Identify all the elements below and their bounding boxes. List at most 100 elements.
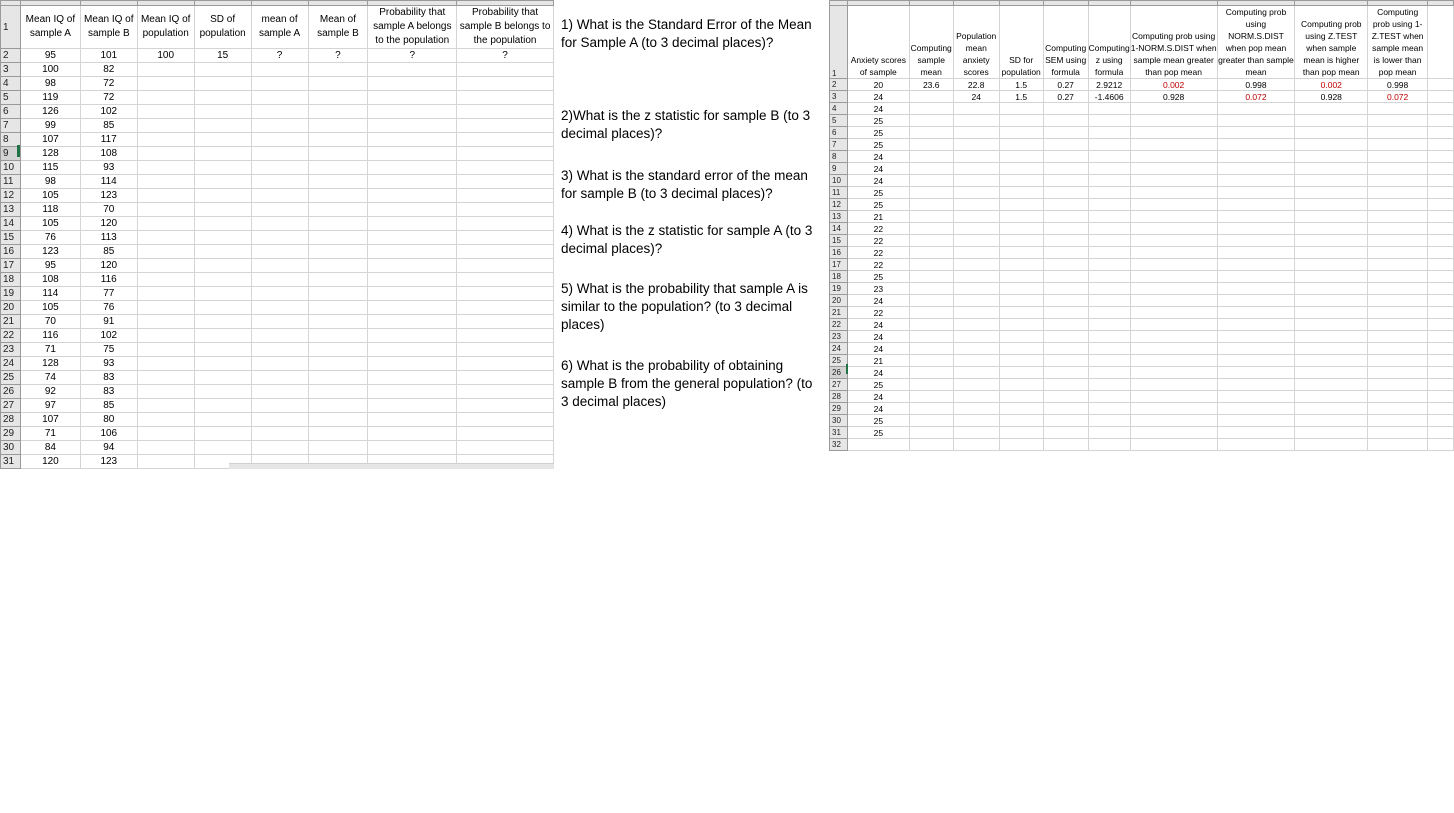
cell-sample-a[interactable]: 116 (19, 328, 81, 343)
cell-sample-a[interactable]: 105 (19, 216, 81, 231)
cell[interactable] (367, 356, 458, 371)
cell[interactable] (998, 402, 1044, 415)
cell[interactable] (1294, 198, 1369, 211)
header-cell[interactable]: SD for population (998, 5, 1044, 79)
cell[interactable] (1427, 162, 1454, 175)
cell[interactable] (456, 160, 554, 175)
cell[interactable] (908, 438, 954, 451)
cell[interactable] (908, 342, 954, 355)
row-header[interactable]: 6 (829, 126, 848, 139)
cell[interactable] (1294, 222, 1369, 235)
cell[interactable] (908, 222, 954, 235)
cell[interactable] (998, 222, 1044, 235)
cell[interactable] (1129, 210, 1218, 223)
cell-sample-a[interactable]: 118 (19, 202, 81, 217)
cell[interactable] (1129, 162, 1218, 175)
cell[interactable] (250, 160, 309, 175)
row-header[interactable]: 17 (0, 258, 21, 273)
cell-sample-a[interactable]: 98 (19, 174, 81, 189)
cell[interactable] (1087, 318, 1131, 331)
cell[interactable] (1087, 186, 1131, 199)
cell[interactable] (193, 286, 252, 301)
cell[interactable] (1042, 438, 1089, 451)
cell-sample-a[interactable]: 126 (19, 104, 81, 119)
cell[interactable] (1294, 354, 1369, 367)
cell[interactable] (367, 398, 458, 413)
cell[interactable] (1367, 282, 1429, 295)
cell[interactable] (367, 202, 458, 217)
cell[interactable] (1042, 186, 1089, 199)
cell-sample-a[interactable]: 105 (19, 300, 81, 315)
cell[interactable]: ? (250, 48, 309, 63)
row-header[interactable]: 29 (0, 426, 21, 441)
cell[interactable] (1129, 198, 1218, 211)
cell[interactable] (367, 314, 458, 329)
row-header[interactable]: 23 (829, 330, 848, 343)
cell-sample-a[interactable]: 71 (19, 342, 81, 357)
cell-sample-a[interactable]: 119 (19, 90, 81, 105)
cell[interactable] (1087, 426, 1131, 439)
cell[interactable] (1427, 438, 1454, 451)
cell[interactable] (1087, 174, 1131, 187)
cell[interactable] (367, 272, 458, 287)
cell[interactable] (250, 412, 309, 427)
cell[interactable] (1129, 306, 1218, 319)
cell-sample-b[interactable]: 101 (79, 48, 138, 63)
cell-sample-b[interactable]: 93 (79, 356, 138, 371)
cell[interactable] (1216, 222, 1296, 235)
cell-sample-a[interactable]: 123 (19, 244, 81, 259)
cell[interactable] (250, 258, 309, 273)
cell[interactable] (1087, 258, 1131, 271)
cell[interactable] (1367, 390, 1429, 403)
cell[interactable] (367, 174, 458, 189)
cell[interactable] (367, 370, 458, 385)
cell-sample-b[interactable]: 91 (79, 314, 138, 329)
cell[interactable] (998, 186, 1044, 199)
cell[interactable] (1042, 378, 1089, 391)
cell[interactable] (1087, 222, 1131, 235)
cell[interactable] (307, 398, 369, 413)
cell[interactable] (952, 414, 1000, 427)
cell[interactable] (1427, 330, 1454, 343)
cell[interactable] (1216, 234, 1296, 247)
row-header[interactable]: 15 (829, 234, 848, 247)
cell[interactable] (1367, 198, 1429, 211)
cell[interactable] (908, 210, 954, 223)
cell[interactable] (1294, 390, 1369, 403)
cell[interactable] (307, 412, 369, 427)
cell[interactable] (367, 300, 458, 315)
cell-anxiety-score[interactable]: 22 (846, 306, 910, 319)
cell[interactable] (1367, 174, 1429, 187)
cell[interactable] (1427, 318, 1454, 331)
cell[interactable] (456, 174, 554, 189)
cell[interactable] (136, 90, 195, 105)
cell[interactable] (193, 118, 252, 133)
cell-sample-a[interactable]: 107 (19, 132, 81, 147)
cell[interactable] (1294, 114, 1369, 127)
cell[interactable] (1042, 210, 1089, 223)
cell[interactable] (193, 90, 252, 105)
cell[interactable] (1367, 150, 1429, 163)
cell[interactable] (250, 90, 309, 105)
row-header[interactable]: 27 (829, 378, 848, 391)
cell-anxiety-score[interactable]: 25 (846, 426, 910, 439)
cell[interactable] (1216, 186, 1296, 199)
cell[interactable] (998, 198, 1044, 211)
cell-sample-b[interactable]: 117 (79, 132, 138, 147)
cell[interactable] (1129, 438, 1218, 451)
cell-anxiety-score[interactable]: 24 (846, 174, 910, 187)
cell[interactable] (136, 440, 195, 455)
cell[interactable] (1216, 114, 1296, 127)
cell[interactable] (1294, 162, 1369, 175)
cell[interactable] (1216, 426, 1296, 439)
cell[interactable] (307, 328, 369, 343)
row-header[interactable]: 31 (0, 454, 21, 469)
cell-sample-a[interactable]: 114 (19, 286, 81, 301)
cell[interactable] (1367, 426, 1429, 439)
cell[interactable] (250, 216, 309, 231)
cell[interactable] (307, 244, 369, 259)
cell-sample-a[interactable]: 97 (19, 398, 81, 413)
cell[interactable] (1216, 306, 1296, 319)
row-header[interactable]: 16 (829, 246, 848, 259)
cell[interactable] (307, 314, 369, 329)
